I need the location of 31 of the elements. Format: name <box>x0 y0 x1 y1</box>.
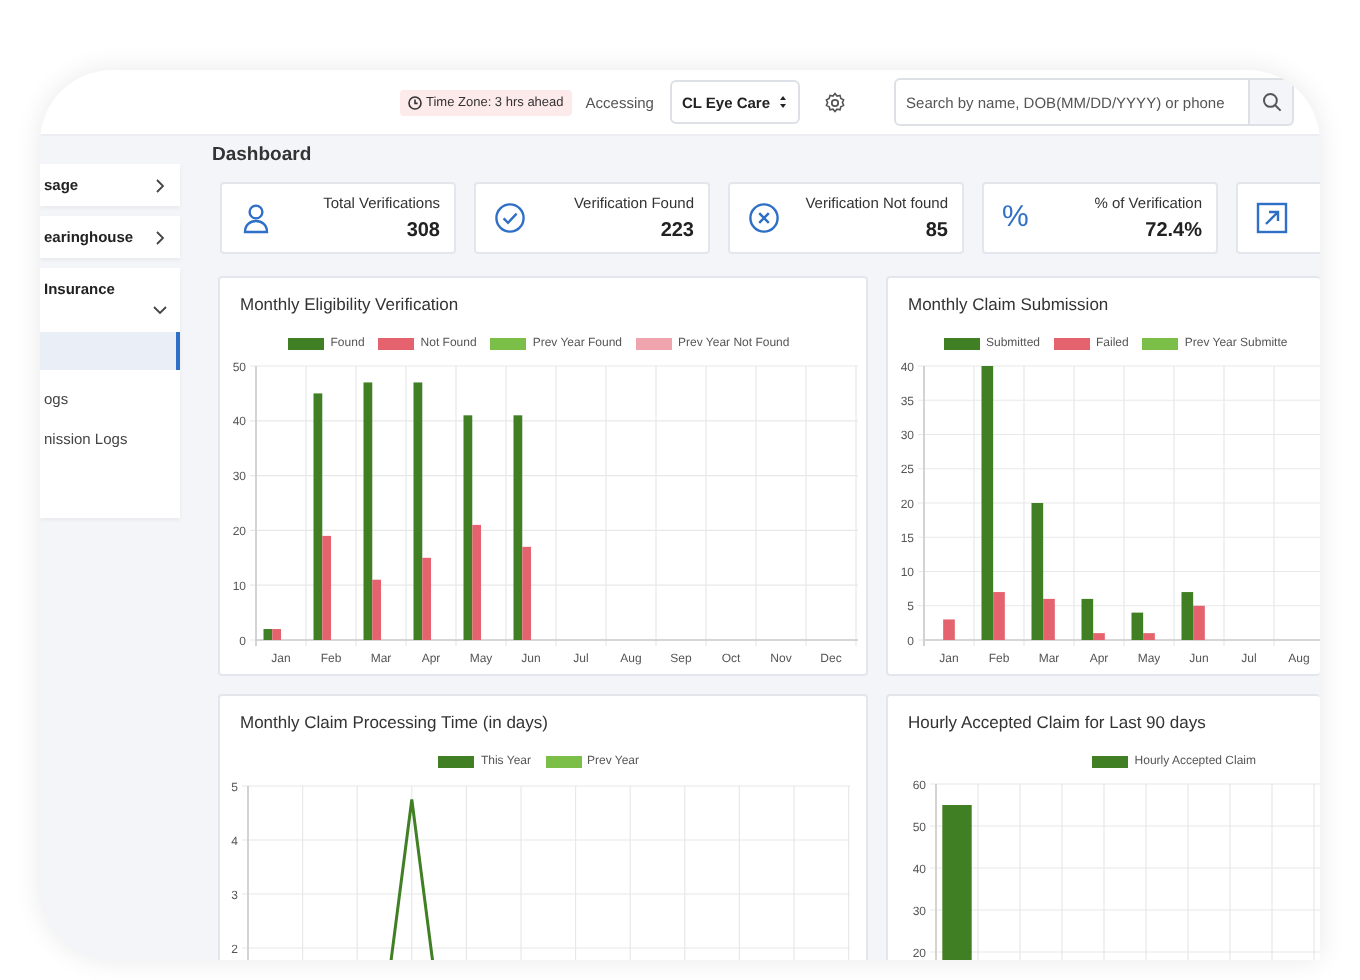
chart-title: Monthly Claim Processing Time (in days) <box>238 710 550 734</box>
bar <box>943 619 955 640</box>
legend-swatch[interactable] <box>288 338 325 350</box>
legend-swatch[interactable] <box>545 756 581 768</box>
x-circle-icon <box>748 202 780 234</box>
chart-title: Hourly Accepted Claim for Last 90 days <box>906 710 1208 734</box>
check-circle-icon <box>494 202 526 234</box>
percent-icon: % <box>1002 202 1029 234</box>
stat-value: 223 <box>658 220 694 242</box>
settings-icon[interactable] <box>824 91 847 113</box>
legend-swatch[interactable] <box>944 338 980 350</box>
legend-swatch[interactable] <box>438 756 475 768</box>
page-title: Dashboard <box>212 144 314 168</box>
legend-swatch[interactable] <box>378 338 415 350</box>
search-button[interactable] <box>1250 78 1295 126</box>
search-icon <box>1261 92 1282 112</box>
legend-swatch[interactable] <box>1092 756 1129 768</box>
arrow-box-icon <box>1256 202 1288 234</box>
legend-swatch[interactable] <box>490 338 527 350</box>
chart-title: Monthly Claim Submission <box>906 292 1111 316</box>
chart-title: Monthly Eligibility Verification <box>238 292 461 316</box>
legend-swatch[interactable] <box>1142 338 1179 350</box>
submenu-item[interactable] <box>40 332 180 370</box>
clock-icon <box>408 95 422 109</box>
legend-swatch[interactable] <box>1054 338 1091 350</box>
legend-swatch[interactable] <box>636 338 673 350</box>
stat-value: 72.4% <box>1143 220 1202 242</box>
user-icon <box>240 202 272 234</box>
sort-icon <box>778 94 789 110</box>
stat-value: 85 <box>923 220 948 242</box>
stat-value: 308 <box>404 220 440 242</box>
